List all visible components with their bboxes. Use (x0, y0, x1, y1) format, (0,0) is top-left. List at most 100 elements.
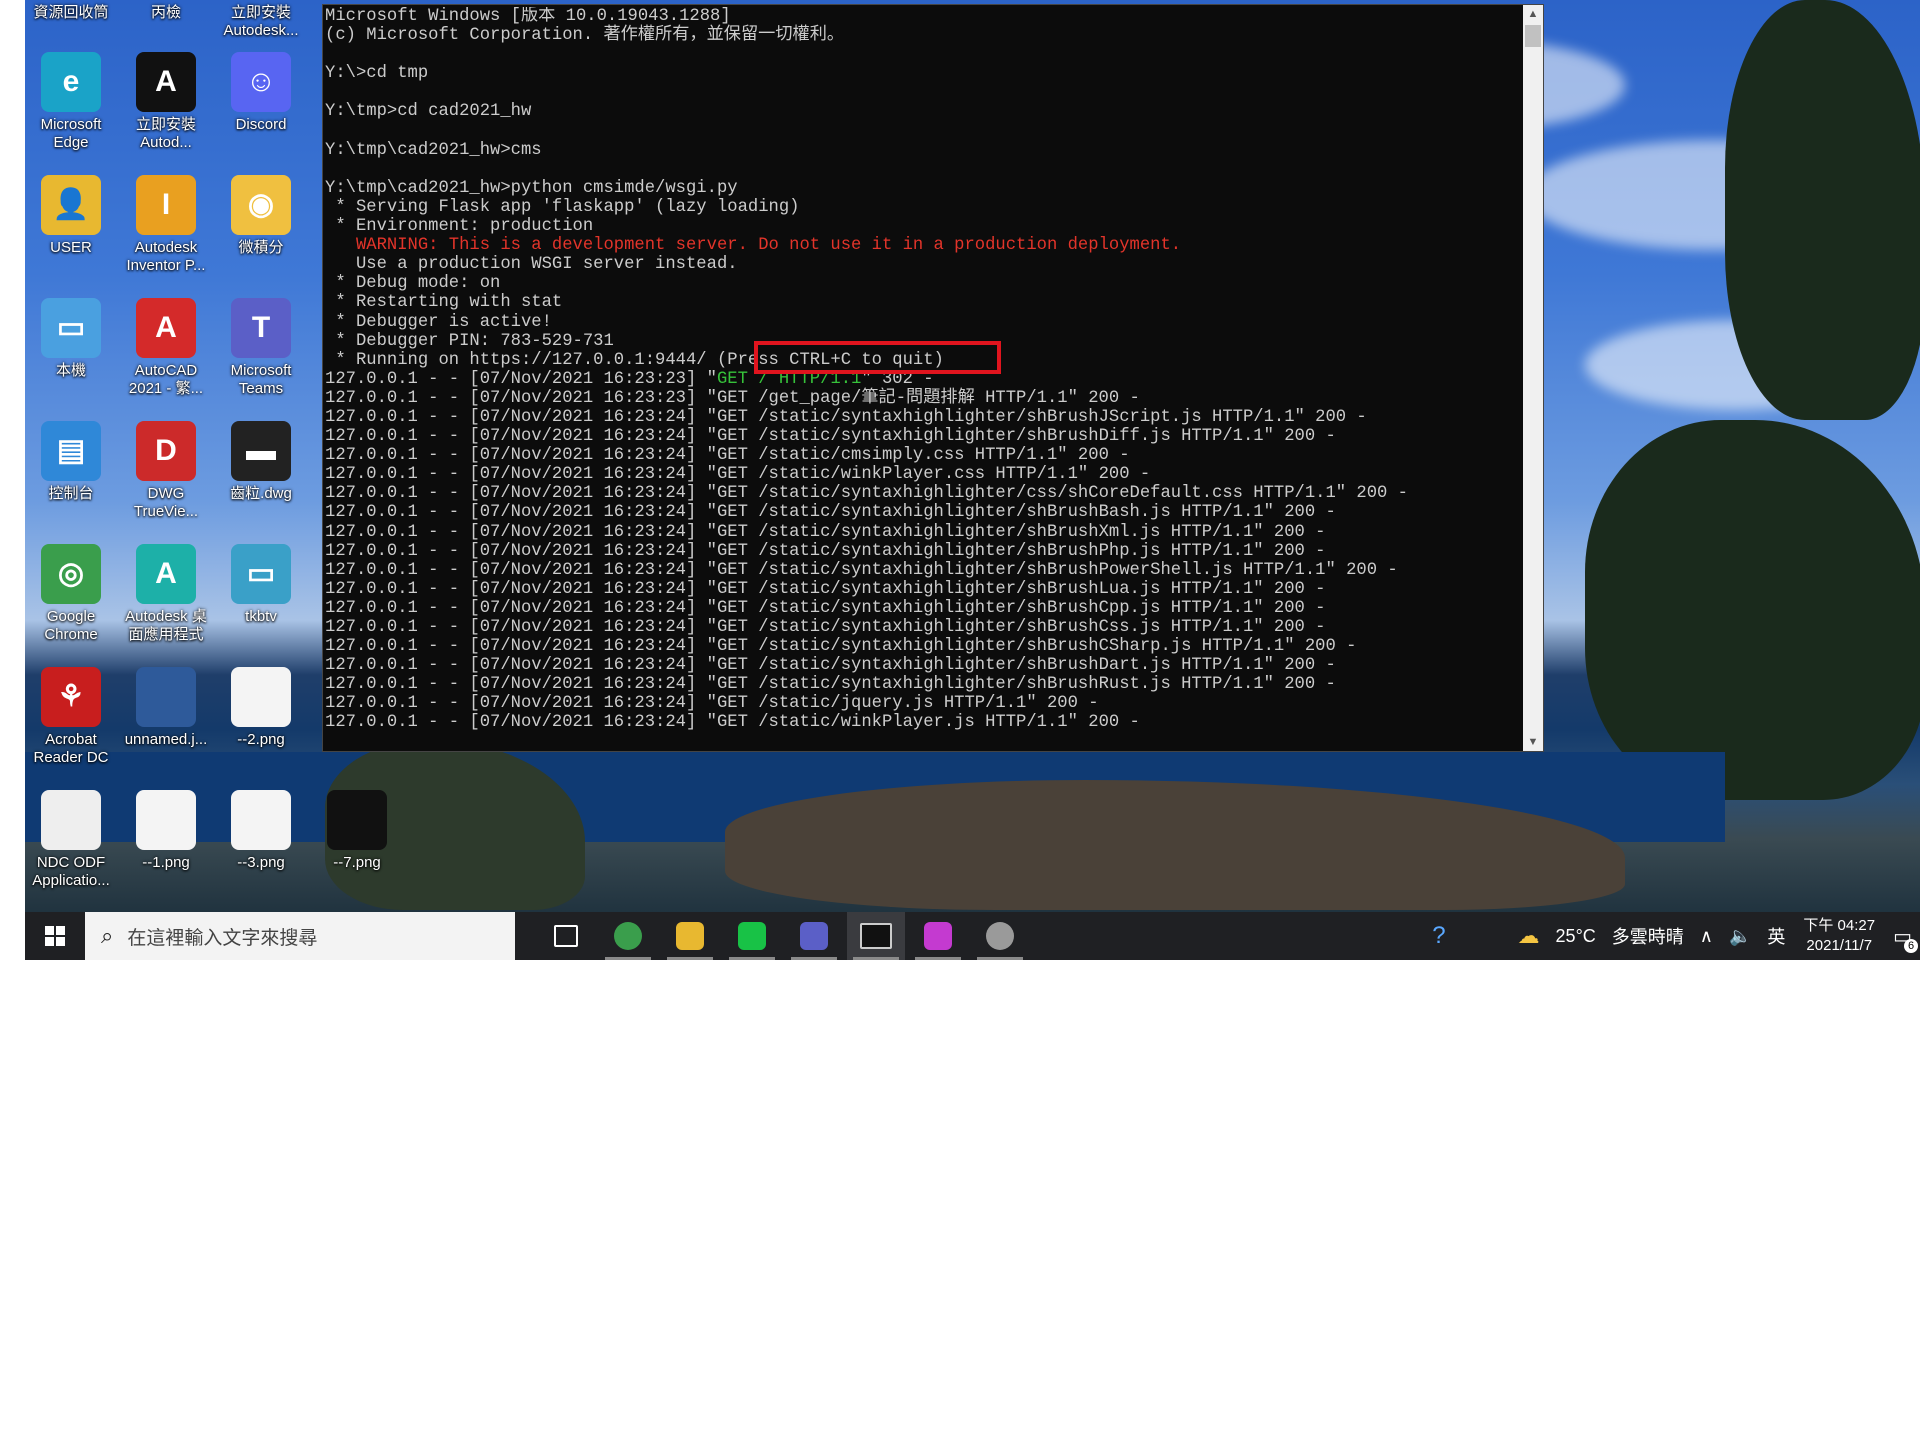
chevron-up-icon[interactable]: ∧ (1700, 926, 1713, 947)
desktop-icon-label: NDC ODF Applicatio... (32, 854, 110, 889)
png3-icon (231, 790, 291, 850)
volume-icon[interactable]: 🔈 (1729, 926, 1751, 947)
desktop-icon-weijifen[interactable]: ◉ 微積分 (217, 175, 305, 257)
console-line: 127.0.0.1 - - [07/Nov/2021 16:23:23] "GE… (325, 388, 1140, 408)
ndc-icon (41, 790, 101, 850)
scroll-up-arrow-icon[interactable]: ▲ (1523, 5, 1543, 23)
taskbar-app-explorer[interactable] (661, 912, 719, 960)
desktop-icon-ndc[interactable]: NDC ODF Applicatio... (27, 790, 115, 890)
help-icon[interactable]: ? (1432, 922, 1445, 950)
desktop-icon-label: Autodesk 桌 面應用程式 (125, 608, 207, 643)
scrollbar[interactable]: ▲ ▼ (1523, 5, 1543, 751)
tkbtv-icon: ▭ (231, 544, 291, 604)
start-button[interactable] (25, 912, 85, 960)
desktop-icon-acrobat[interactable]: ⚘ Acrobat Reader DC (27, 667, 115, 767)
autodesk-app-icon: A (136, 544, 196, 604)
desktop-icon-label: unnamed.j... (124, 731, 208, 748)
taskbar: ⌕ 在這裡輸入文字來搜尋 ? ☁ 25°C 多雲時晴 ∧ 🔈 英 下午 04:2… (25, 912, 1920, 960)
desktop-icon-autodesk-install[interactable]: A 立即安裝 Autod... (122, 52, 210, 152)
notification-count: 6 (1904, 938, 1918, 953)
desktop-icon-edge[interactable]: e Microsoft Edge (27, 52, 115, 152)
console-line: Y:\tmp>cd cad2021_hw (325, 102, 532, 122)
teams-icon (800, 922, 828, 950)
console-output[interactable]: Microsoft Windows [版本 10.0.19043.1288] (c… (325, 7, 1521, 749)
desktop-icon-label: Acrobat Reader DC (33, 731, 109, 766)
desktop: 資源回收筒 丙檢 立即安裝 Autodesk... e Microsoft Edge A 立… (25, 0, 1920, 912)
taskbar-app-teams[interactable] (785, 912, 843, 960)
clock[interactable]: 下午 04:27 2021/11/7 (1803, 916, 1875, 956)
scroll-thumb[interactable] (1525, 25, 1541, 47)
desktop-icon-dwgfile[interactable]: ▬ 齒粒.dwg (217, 421, 305, 503)
discord-icon: ☺ (231, 52, 291, 112)
desktop-icon-autocad[interactable]: A AutoCAD 2021 - 繁... (122, 298, 210, 398)
console-line: 127.0.0.1 - - [07/Nov/2021 16:23:24] "GE… (325, 656, 1336, 676)
notification-icon[interactable]: ▭ 6 (1893, 924, 1918, 953)
desktop-icon-png1[interactable]: --1.png (122, 790, 210, 872)
taskbar-app-cmd[interactable] (847, 912, 905, 960)
taskbar-app-line[interactable] (723, 912, 781, 960)
taskbar-app-globe[interactable] (971, 912, 1029, 960)
chrome-icon: ◎ (41, 544, 101, 604)
weather-text[interactable]: 多雲時晴 (1612, 923, 1684, 949)
taskbar-app-inventor[interactable] (909, 912, 967, 960)
screen: 資源回收筒 丙檢 立即安裝 Autodesk... e Microsoft Edge A 立… (25, 0, 1920, 960)
desktop-icon-inventor[interactable]: I Autodesk Inventor P... (122, 175, 210, 275)
line-icon (738, 922, 766, 950)
ime-indicator[interactable]: 英 (1767, 923, 1785, 949)
search-placeholder: 在這裡輸入文字來搜尋 (127, 927, 318, 949)
running-indicator (915, 957, 961, 960)
desktop-icon-c2[interactable]: 丙檢 (122, 0, 210, 22)
desktop-icon-teams[interactable]: T Microsoft Teams (217, 298, 305, 398)
console-line: * Serving Flask app 'flaskapp' (lazy loa… (325, 197, 800, 217)
desktop-icon-chrome[interactable]: ◎ Google Chrome (27, 544, 115, 644)
scroll-down-arrow-icon[interactable]: ▼ (1523, 733, 1543, 751)
weather-icon[interactable]: ☁ (1518, 923, 1540, 949)
weather-temp[interactable]: 25°C (1556, 926, 1596, 947)
desktop-icon-recycle[interactable]: 資源回收筒 (27, 0, 115, 22)
desktop-icon-discord[interactable]: ☺ Discord (217, 52, 305, 134)
desktop-icon-label: 丙檢 (150, 4, 181, 21)
desktop-icon-dwg[interactable]: D DWG TrueVie... (122, 421, 210, 521)
running-indicator (977, 957, 1023, 960)
desktop-icon-control[interactable]: ▤ 控制台 (27, 421, 115, 503)
command-prompt-window[interactable]: Microsoft Windows [版本 10.0.19043.1288] (c… (322, 4, 1544, 752)
unnamed-icon (136, 667, 196, 727)
search-box[interactable]: ⌕ 在這裡輸入文字來搜尋 (85, 912, 515, 960)
desktop-icon-label: 微積分 (238, 239, 284, 256)
console-line: 127.0.0.1 - - [07/Nov/2021 16:23:24] "GE… (325, 503, 1336, 523)
desktop-icon-thispc[interactable]: ▭ 本機 (27, 298, 115, 380)
taskbar-app-chrome[interactable] (599, 912, 657, 960)
desktop-icon-user[interactable]: 👤 USER (27, 175, 115, 257)
desktop-icon-label: 本機 (55, 362, 86, 379)
autocad-icon: A (136, 298, 196, 358)
desktop-icon-c3[interactable]: 立即安裝 Autodesk... (217, 0, 305, 40)
console-line: 127.0.0.1 - - [07/Nov/2021 16:23:24] "GE… (325, 407, 1367, 427)
desktop-icon-unnamed[interactable]: unnamed.j... (122, 667, 210, 749)
desktop-icon-tkbtv[interactable]: ▭ tkbtv (217, 544, 305, 626)
edge-icon: e (41, 52, 101, 112)
desktop-icon-label: --3.png (237, 854, 285, 871)
system-tray: ? ☁ 25°C 多雲時晴 ∧ 🔈 英 下午 04:27 2021/11/7 ▭… (1424, 912, 1920, 960)
console-line: 127.0.0.1 - - [07/Nov/2021 16:23:24] "GE… (325, 618, 1326, 637)
desktop-icon-label: 立即安裝 Autodesk... (223, 4, 299, 39)
desktop-icon-label: --7.png (333, 854, 381, 871)
windows-logo-icon (45, 926, 65, 946)
taskbar-app-taskview[interactable] (537, 912, 595, 960)
desktop-icon-png2[interactable]: --2.png (217, 667, 305, 749)
desktop-icon-png3[interactable]: --3.png (217, 790, 305, 872)
console-line: Y:\tmp\cad2021_hw>cms (325, 140, 542, 160)
console-line: * Debug mode: on (325, 274, 501, 294)
console-line: (c) Microsoft Corporation. 著作權所有，並保留一切權利… (325, 26, 845, 46)
desktop-icon-png7[interactable]: --7.png (313, 790, 401, 872)
desktop-icon-label: DWG TrueVie... (133, 485, 199, 520)
console-line: 127.0.0.1 - - [07/Nov/2021 16:23:24] "GE… (325, 541, 1326, 561)
desktop-icon-autodesk-app[interactable]: A Autodesk 桌 面應用程式 (122, 544, 210, 644)
png1-icon (136, 790, 196, 850)
console-line: 127.0.0.1 - - [07/Nov/2021 16:23:24] "GE… (325, 713, 1140, 733)
desktop-icon-label: Microsoft Edge (40, 116, 102, 151)
console-line: 127.0.0.1 - - [07/Nov/2021 16:23:24] "GE… (325, 522, 1326, 542)
console-line: 127.0.0.1 - - [07/Nov/2021 16:23:24] "GE… (325, 579, 1326, 599)
